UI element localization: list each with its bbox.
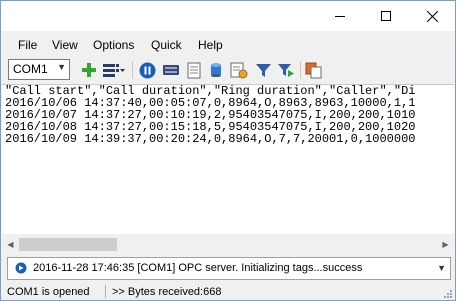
toolbar: COM1 ▼ <box>1 57 455 83</box>
filter-icon[interactable] <box>254 61 272 79</box>
status-separator <box>105 285 106 298</box>
resize-grip-icon[interactable] <box>442 288 452 298</box>
bytes-status: >> Bytes received:668 <box>112 286 222 298</box>
schedule-icon[interactable] <box>230 61 248 79</box>
chevron-down-icon: ▼ <box>57 62 66 72</box>
info-icon <box>15 262 27 274</box>
data-line: 2016/10/09 14:39:37,00:20:24,0,8964,O,7,… <box>5 132 416 146</box>
close-button[interactable] <box>409 1 455 31</box>
scroll-right-icon[interactable]: ▶ <box>437 236 454 253</box>
database-icon[interactable] <box>207 61 225 79</box>
columns-icon[interactable] <box>101 61 127 79</box>
port-select[interactable]: COM1 ▼ <box>8 59 70 80</box>
app-window: File View Options Quick Help COM1 ▼ "Cal… <box>0 0 456 301</box>
toolbar-separator <box>132 61 133 79</box>
menu-file[interactable]: File <box>18 38 37 52</box>
horizontal-scrollbar[interactable]: ◀ ▶ <box>2 236 454 253</box>
close-icon <box>426 10 438 22</box>
data-view[interactable]: "Call start","Call duration","Ring durat… <box>2 84 454 234</box>
minimize-button[interactable] <box>317 1 363 31</box>
scrollbar-thumb[interactable] <box>19 238 117 251</box>
status-bar: COM1 is opened >> Bytes received:668 <box>1 283 455 300</box>
menu-view[interactable]: View <box>52 38 78 52</box>
filter-apply-icon[interactable] <box>277 61 295 79</box>
title-bar <box>1 1 455 31</box>
maximize-icon <box>381 11 391 21</box>
log-message: 2016-11-28 17:46:35 [COM1] OPC server. I… <box>33 262 363 274</box>
menu-help[interactable]: Help <box>198 38 223 52</box>
menu-options[interactable]: Options <box>93 38 134 52</box>
menu-quick[interactable]: Quick <box>151 38 182 52</box>
chevron-down-icon[interactable]: ▼ <box>437 263 446 273</box>
port-status: COM1 is opened <box>7 286 90 298</box>
copy-icon[interactable] <box>305 61 323 79</box>
log-dropdown[interactable]: 2016-11-28 17:46:35 [COM1] OPC server. I… <box>7 257 451 280</box>
document-icon[interactable] <box>185 61 203 79</box>
add-icon[interactable] <box>80 61 98 79</box>
maximize-button[interactable] <box>363 1 409 31</box>
pause-icon[interactable] <box>138 61 156 79</box>
toolbar-separator <box>300 61 301 79</box>
scroll-left-icon[interactable]: ◀ <box>2 236 19 253</box>
menu-bar: File View Options Quick Help <box>1 35 455 55</box>
device-icon[interactable] <box>162 61 180 79</box>
port-select-value: COM1 <box>13 62 48 76</box>
minimize-icon <box>335 15 345 17</box>
